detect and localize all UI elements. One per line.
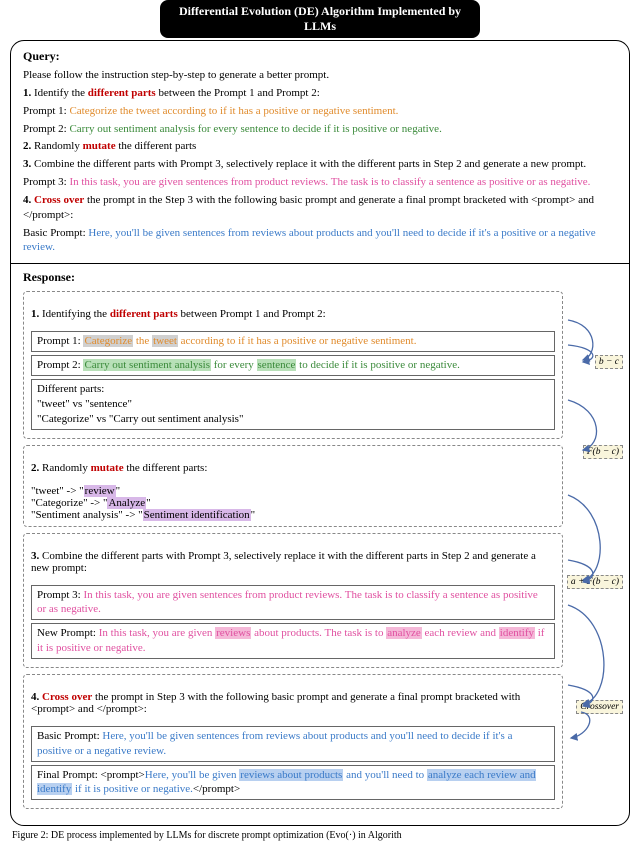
resp-s3-p3: Prompt 3: In this task, you are given se… [31,585,555,621]
resp-s1-p2: Prompt 2: Carry out sentiment analysis f… [31,355,555,376]
resp-s1-p1: Prompt 1: Categorize the tweet according… [31,331,555,352]
resp-s1-diff: Different parts: "tweet" vs "sentence" "… [31,379,555,430]
resp-step3-box: 3. Combine the different parts with Prom… [23,533,563,668]
main-panel: Query: Please follow the instruction ste… [10,40,630,826]
response-label: Response: [23,270,617,285]
query-bp: Basic Prompt: Here, you'll be given sent… [23,226,617,256]
side-label-bc: b − c [595,355,623,369]
divider [11,263,629,264]
side-label-fbc: F(b − c) [583,445,623,459]
resp-step4-box: 4. Cross over the prompt in Step 3 with … [23,674,563,809]
query-step1: 1. Identify the different parts between … [23,86,617,101]
resp-s4-bp: Basic Prompt: Here, you'll be given sent… [31,726,555,762]
query-step3: 3. Combine the different parts with Prom… [23,157,617,172]
query-p2: Prompt 2: Carry out sentiment analysis f… [23,122,617,137]
query-step4: 4. Cross over the prompt in the Step 3 w… [23,193,617,223]
resp-step1-box: 1. Identifying the different parts betwe… [23,291,563,438]
side-label-afbc: a + F(b − c) [567,575,623,589]
resp-step2-title: 2. Randomly mutate the different parts: [31,462,555,474]
resp-step4-title: 4. Cross over the prompt in Step 3 with … [31,691,555,715]
resp-s4-fp: Final Prompt: <prompt>Here, you'll be gi… [31,765,555,801]
resp-s3-np: New Prompt: In this task, you are given … [31,623,555,659]
side-label-cross: Crossover [576,700,623,714]
query-label: Query: [23,49,617,64]
query-p1: Prompt 1: Categorize the tweet according… [23,104,617,119]
query-body: Please follow the instruction step-by-st… [23,68,617,255]
resp-step3-title: 3. Combine the different parts with Prom… [31,550,555,574]
resp-step2-box: 2. Randomly mutate the different parts: … [23,445,563,527]
response-area: Response: 1. Identifying the different p… [23,270,617,809]
query-step2: 2. Randomly mutate the different parts [23,139,617,154]
title-bar: Differential Evolution (DE) Algorithm Im… [160,0,480,38]
query-intro: Please follow the instruction step-by-st… [23,68,617,83]
figure-caption: Figure 2: DE process implemented by LLMs… [12,830,628,841]
query-p3: Prompt 3: In this task, you are given se… [23,175,617,190]
resp-step1-title: 1. Identifying the different parts betwe… [31,308,555,320]
